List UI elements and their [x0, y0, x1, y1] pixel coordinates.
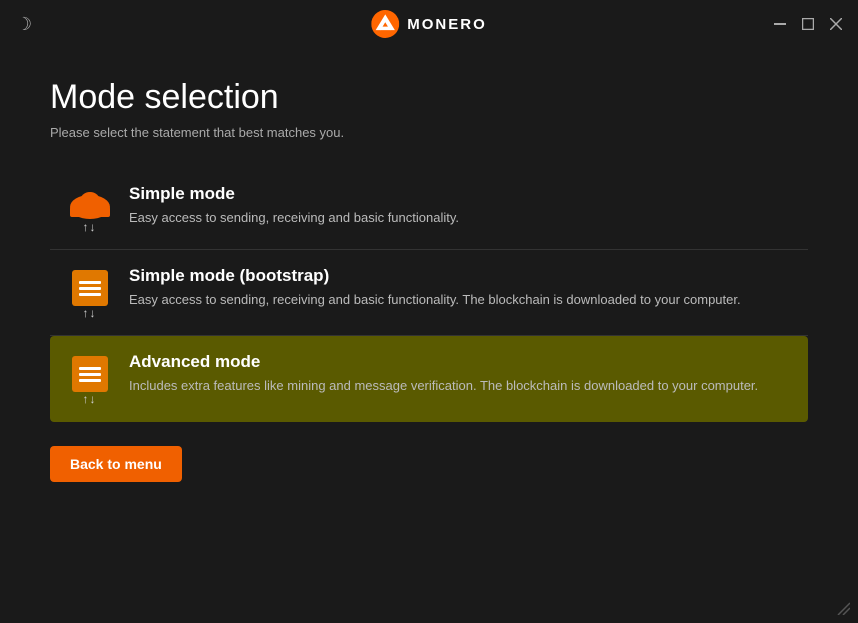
- server-line-3: [79, 293, 101, 296]
- mode-text-simple: Simple mode Easy access to sending, rece…: [117, 184, 796, 228]
- mode-name-bootstrap: Simple mode (bootstrap): [129, 266, 796, 286]
- server-line-a1: [79, 367, 101, 370]
- mode-list: ↑↓ Simple mode Easy access to sending, r…: [50, 168, 808, 422]
- server-line-a3: [79, 379, 101, 382]
- mode-item-advanced[interactable]: ↑↓ Advanced mode Includes extra features…: [50, 336, 808, 422]
- mode-item-bootstrap[interactable]: ↑↓ Simple mode (bootstrap) Easy access t…: [50, 250, 808, 336]
- minimize-button[interactable]: [774, 23, 786, 25]
- server-line-2: [79, 287, 101, 290]
- server-icon-bootstrap: [72, 270, 108, 306]
- transfer-arrows-bootstrap: ↑↓: [83, 306, 97, 320]
- cloud-icon: [68, 188, 112, 220]
- server-icon-advanced: [72, 356, 108, 392]
- mode-icon-simple: ↑↓: [62, 188, 117, 234]
- server-lines-advanced: [79, 367, 101, 382]
- server-line-1: [79, 281, 101, 284]
- mode-text-advanced: Advanced mode Includes extra features li…: [117, 352, 796, 396]
- titlebar-left: ☽: [16, 14, 32, 35]
- resize-handle[interactable]: [836, 601, 850, 615]
- mode-item-simple[interactable]: ↑↓ Simple mode Easy access to sending, r…: [50, 168, 808, 250]
- titlebar: ☽ MONERO: [0, 0, 858, 48]
- mode-text-bootstrap: Simple mode (bootstrap) Easy access to s…: [117, 266, 796, 310]
- mode-desc-simple: Easy access to sending, receiving and ba…: [129, 208, 796, 228]
- mode-icon-advanced: ↑↓: [62, 356, 117, 406]
- mode-name-advanced: Advanced mode: [129, 352, 796, 372]
- titlebar-center: MONERO: [371, 10, 487, 38]
- mode-desc-bootstrap: Easy access to sending, receiving and ba…: [129, 290, 796, 310]
- mode-name-simple: Simple mode: [129, 184, 796, 204]
- moon-icon: ☽: [16, 14, 32, 35]
- transfer-arrows-advanced: ↑↓: [83, 392, 97, 406]
- server-line-a2: [79, 373, 101, 376]
- titlebar-controls: [774, 18, 842, 30]
- monero-logo-icon: [371, 10, 399, 38]
- transfer-arrows-simple: ↑↓: [83, 220, 97, 234]
- page-title: Mode selection: [50, 78, 808, 117]
- close-button[interactable]: [830, 18, 842, 30]
- server-lines-bootstrap: [79, 281, 101, 296]
- app-title: MONERO: [407, 16, 487, 33]
- main-content: Mode selection Please select the stateme…: [0, 48, 858, 512]
- page-subtitle: Please select the statement that best ma…: [50, 125, 808, 140]
- maximize-button[interactable]: [802, 18, 814, 30]
- mode-icon-bootstrap: ↑↓: [62, 270, 117, 320]
- back-to-menu-button[interactable]: Back to menu: [50, 446, 182, 482]
- mode-desc-advanced: Includes extra features like mining and …: [129, 376, 796, 396]
